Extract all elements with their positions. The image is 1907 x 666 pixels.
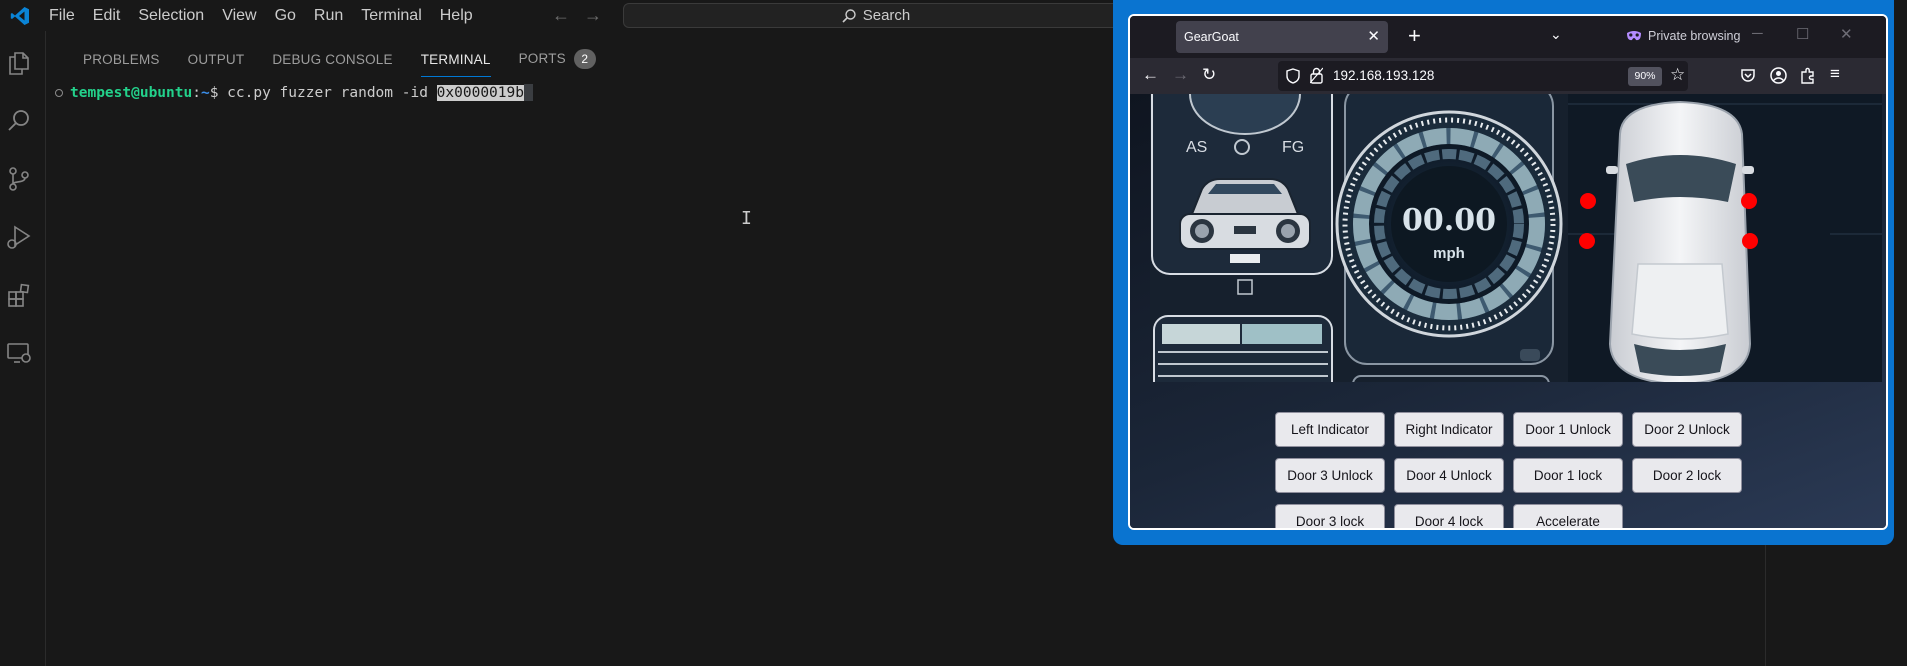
menu-bar: File Edit Selection View Go Run Terminal… <box>40 0 482 31</box>
editor-divider <box>1765 545 1766 666</box>
menu-help[interactable]: Help <box>431 0 482 31</box>
bookmark-star-icon[interactable]: ☆ <box>1670 65 1685 85</box>
door-4-indicator <box>1742 233 1758 249</box>
search-icon <box>842 8 856 23</box>
text-cursor-icon: I <box>741 208 752 229</box>
tab-ports-label: PORTS <box>518 51 566 66</box>
new-tab-icon[interactable]: + <box>1408 23 1421 49</box>
maximize-icon[interactable]: ☐ <box>1796 25 1809 43</box>
door-1-indicator <box>1580 193 1596 209</box>
activity-bar <box>0 31 46 666</box>
right-indicator-button[interactable]: Right Indicator <box>1394 412 1504 447</box>
pocket-icon[interactable] <box>1740 68 1756 83</box>
tab-problems[interactable]: PROBLEMS <box>69 44 174 73</box>
url-bar[interactable]: 192.168.193.128 90% ☆ <box>1278 61 1688 91</box>
ports-count-badge: 2 <box>573 49 596 69</box>
close-tab-icon[interactable]: ✕ <box>1367 27 1380 45</box>
gear-label-right: FG <box>1282 139 1304 156</box>
control-buttons: Left Indicator Right Indicator Door 1 Un… <box>1275 412 1742 528</box>
browser-window: GearGoat ✕ + ⌄ Private browsing ─ ☐ ✕ ← … <box>1128 14 1888 530</box>
door-3-unlock-button[interactable]: Door 3 Unlock <box>1275 458 1385 493</box>
run-debug-icon[interactable] <box>4 222 34 252</box>
door-3-lock-button[interactable]: Door 3 lock <box>1275 504 1385 528</box>
insecure-lock-icon[interactable] <box>1310 67 1323 84</box>
menu-go[interactable]: Go <box>266 0 305 31</box>
command-decoration-icon <box>55 88 63 97</box>
source-control-icon[interactable] <box>4 164 34 194</box>
url-text: 192.168.193.128 <box>1333 68 1435 83</box>
command-center-search[interactable]: Search <box>623 3 1128 28</box>
door-2-unlock-button[interactable]: Door 2 Unlock <box>1632 412 1742 447</box>
menu-file[interactable]: File <box>40 0 84 31</box>
menu-run[interactable]: Run <box>305 0 352 31</box>
door-4-unlock-button[interactable]: Door 4 Unlock <box>1394 458 1504 493</box>
browser-tab-bar: GearGoat ✕ + ⌄ Private browsing ─ ☐ ✕ <box>1130 16 1886 58</box>
minimize-icon[interactable]: ─ <box>1752 25 1763 42</box>
reload-icon[interactable]: ↻ <box>1202 65 1216 85</box>
terminal-prompt-symbol: $ <box>209 84 228 101</box>
browser-tab-title: GearGoat <box>1184 30 1239 44</box>
menu-selection[interactable]: Selection <box>129 0 213 31</box>
door-2-indicator <box>1741 193 1757 209</box>
tab-output[interactable]: OUTPUT <box>174 44 259 73</box>
private-mask-icon <box>1627 31 1641 41</box>
car-dashboard-image: AS FG 00.00 mph <box>1150 94 1882 382</box>
history-nav: ← → <box>552 0 602 31</box>
go-forward-icon[interactable]: → <box>584 5 602 26</box>
search-label: Search <box>862 7 911 24</box>
terminal-cursor <box>523 84 533 101</box>
door-1-unlock-button[interactable]: Door 1 Unlock <box>1513 412 1623 447</box>
speed-readout: 00.00 <box>1402 203 1496 238</box>
browser-navbar: ← → ↻ 192.168.193.128 90% ☆ ≡ <box>1130 58 1886 94</box>
terminal-path: ~ <box>200 84 210 101</box>
terminal-user-host: tempest@ubuntu <box>70 84 193 101</box>
browser-tab-geargoat[interactable]: GearGoat ✕ <box>1176 21 1388 53</box>
tracking-shield-icon[interactable] <box>1286 68 1300 84</box>
list-all-tabs-icon[interactable]: ⌄ <box>1550 26 1562 43</box>
explorer-icon[interactable] <box>4 48 34 78</box>
go-back-icon[interactable]: ← <box>552 5 570 26</box>
zoom-level-indicator[interactable]: 90% <box>1628 67 1662 86</box>
door-1-lock-button[interactable]: Door 1 lock <box>1513 458 1623 493</box>
tab-ports[interactable]: PORTS 2 <box>505 41 610 75</box>
speed-unit: mph <box>1433 245 1465 262</box>
tab-terminal[interactable]: TERMINAL <box>407 44 505 77</box>
page-content: AS FG 00.00 mph Left Indicator Right Ind… <box>1130 94 1886 528</box>
private-browsing-label: Private browsing <box>1648 29 1741 43</box>
remote-explorer-icon[interactable] <box>4 338 34 368</box>
menu-view[interactable]: View <box>213 0 265 31</box>
tab-debug-console[interactable]: DEBUG CONSOLE <box>258 44 406 73</box>
gear-label-left: AS <box>1186 139 1207 156</box>
terminal-command: cc.py fuzzer random -id <box>227 84 437 101</box>
door-3-indicator <box>1579 233 1595 249</box>
extensions-icon[interactable] <box>4 280 34 310</box>
vscode-logo-icon <box>0 0 40 31</box>
app-menu-icon[interactable]: ≡ <box>1830 64 1840 84</box>
account-icon[interactable] <box>1770 67 1787 84</box>
door-4-lock-button[interactable]: Door 4 lock <box>1394 504 1504 528</box>
window-close-icon[interactable]: ✕ <box>1840 25 1853 43</box>
menu-terminal[interactable]: Terminal <box>352 0 430 31</box>
extensions-puzzle-icon[interactable] <box>1800 67 1816 84</box>
terminal-selected-text[interactable]: 0x0000019b <box>436 84 524 101</box>
forward-icon[interactable]: → <box>1172 65 1189 85</box>
search-view-icon[interactable] <box>4 106 34 136</box>
accelerate-button[interactable]: Accelerate <box>1513 504 1623 528</box>
menu-edit[interactable]: Edit <box>84 0 130 31</box>
back-icon[interactable]: ← <box>1142 65 1159 85</box>
private-browsing-indicator: Private browsing <box>1626 29 1740 43</box>
panel-tabs: PROBLEMS OUTPUT DEBUG CONSOLE TERMINAL P… <box>69 41 610 77</box>
terminal-colon: : <box>192 84 201 101</box>
terminal-prompt-line[interactable]: tempest@ubuntu : ~ $ cc.py fuzzer random… <box>55 84 533 101</box>
door-2-lock-button[interactable]: Door 2 lock <box>1632 458 1742 493</box>
left-indicator-button[interactable]: Left Indicator <box>1275 412 1385 447</box>
